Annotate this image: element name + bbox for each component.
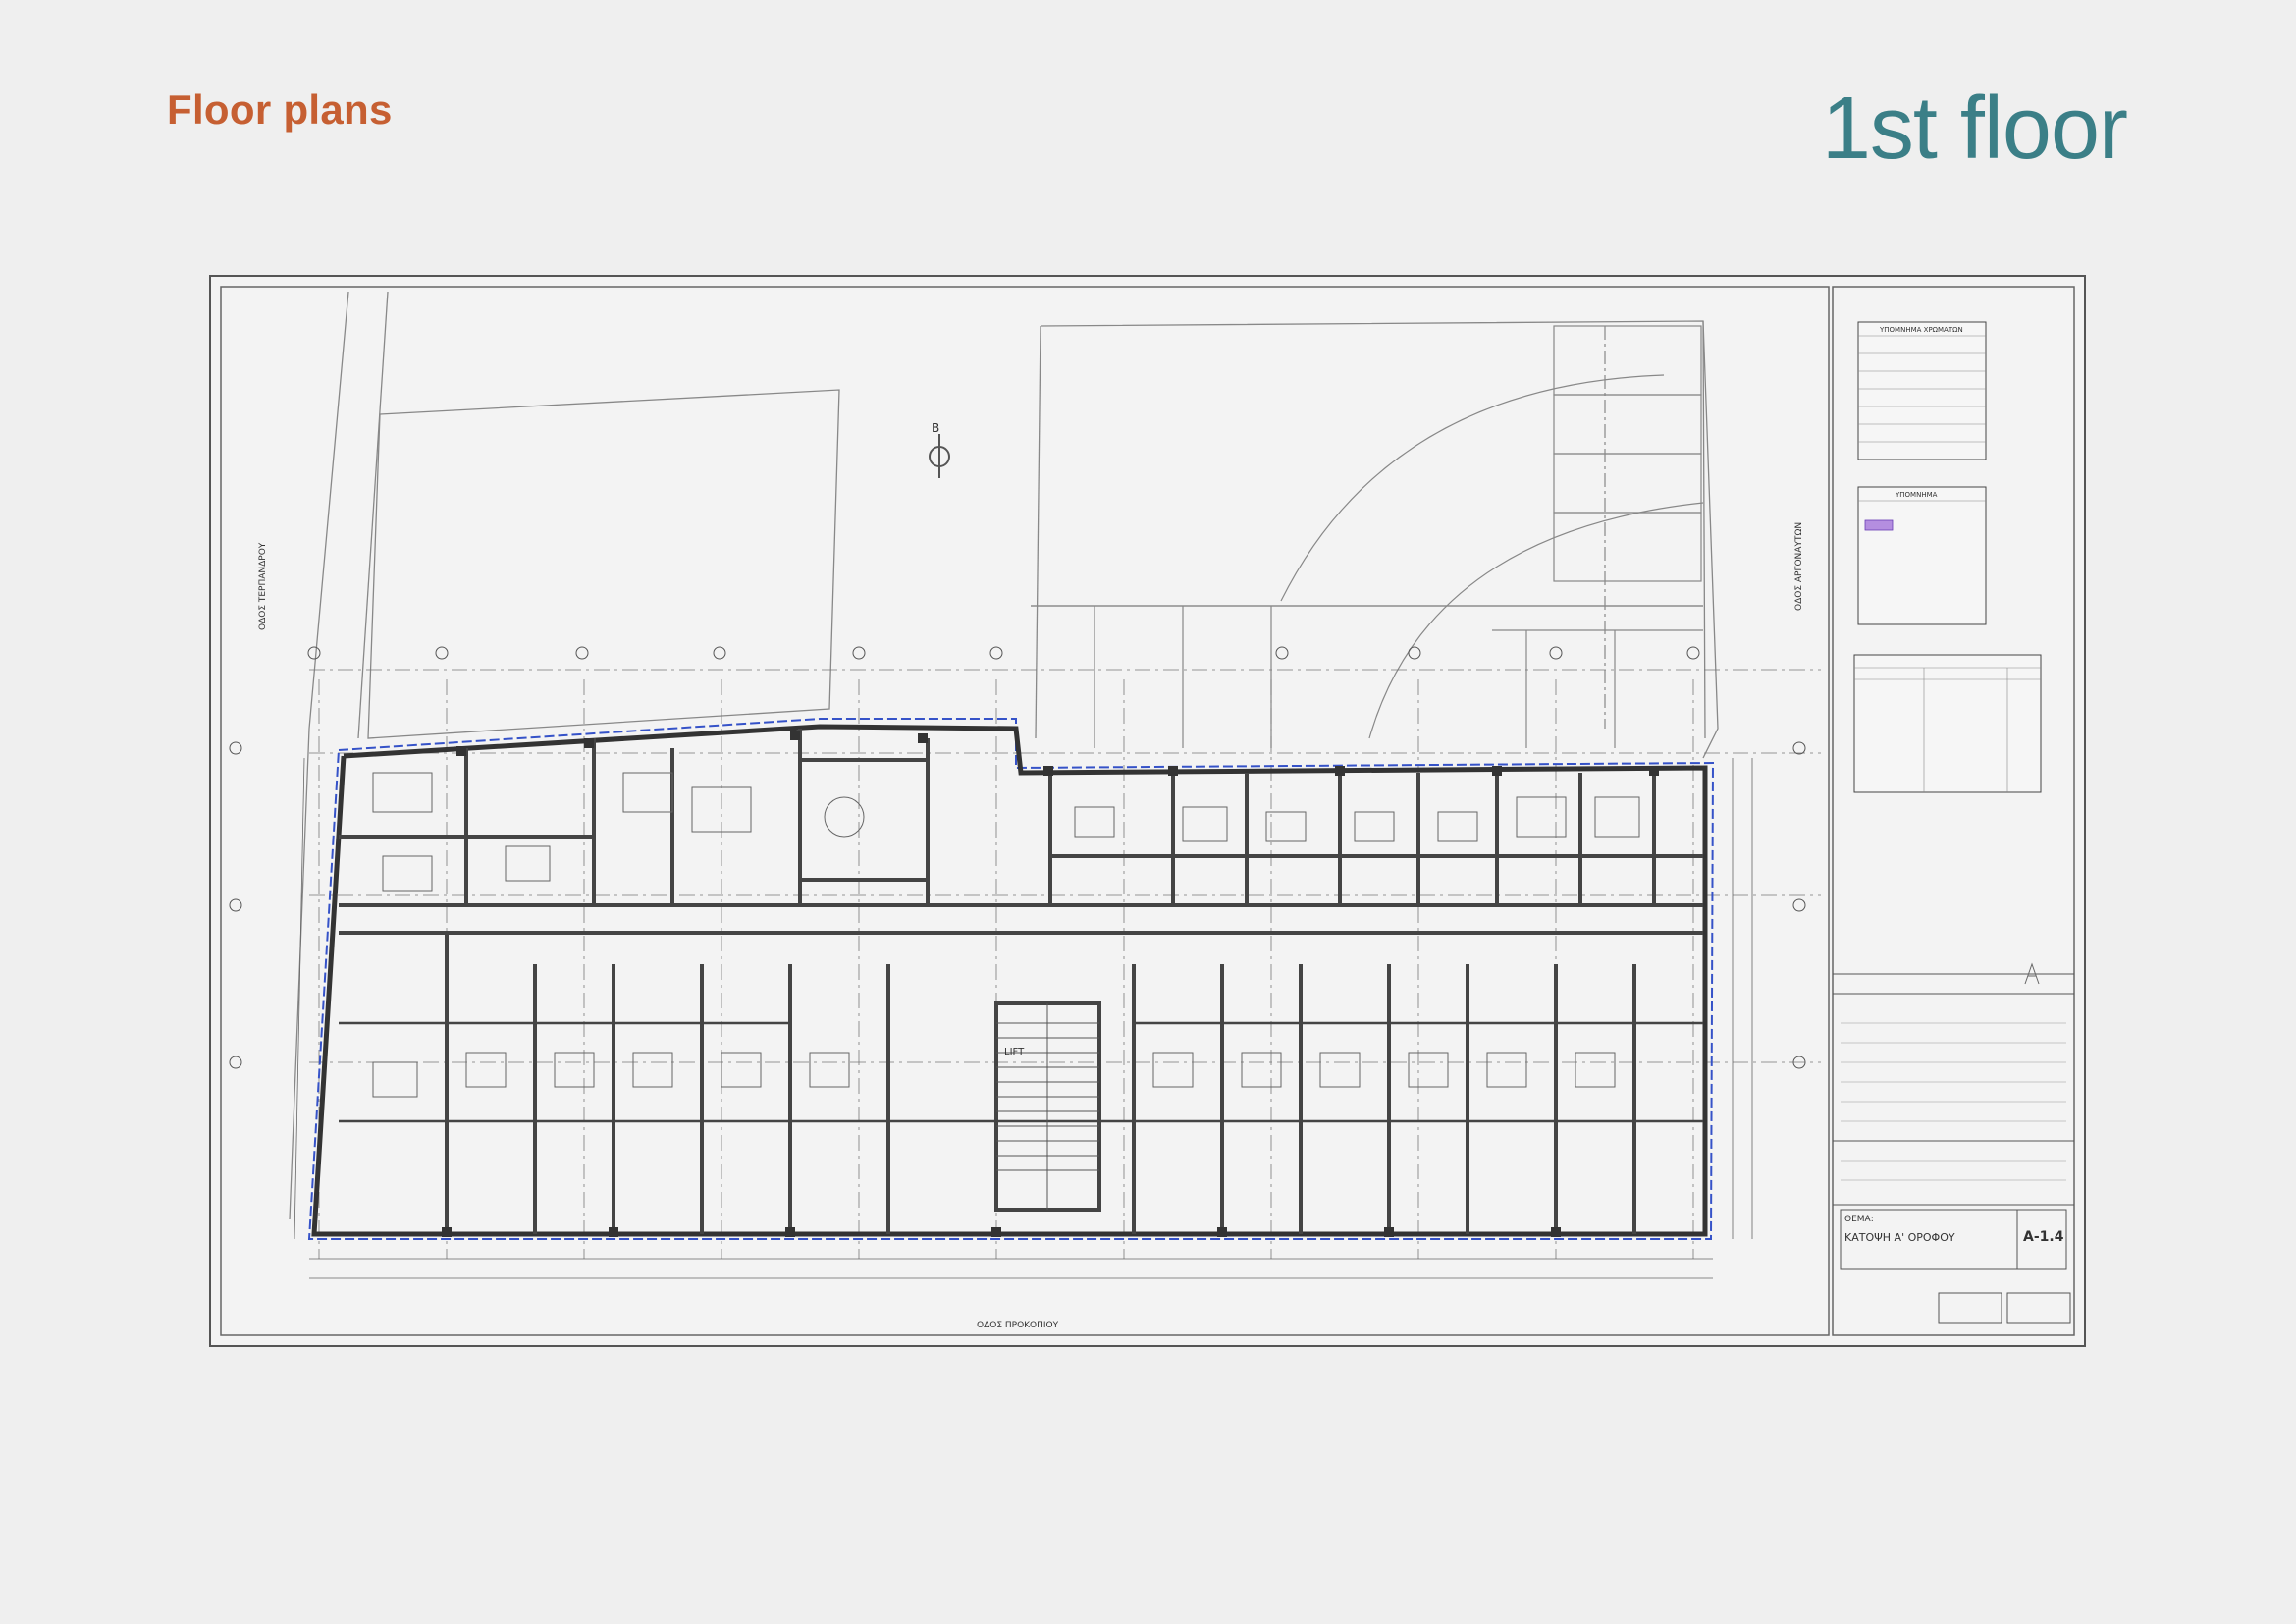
north-label: B: [932, 421, 939, 435]
section-title: Floor plans: [167, 86, 393, 133]
legend-title-colors: ΥΠΟΜΝΗΜΑ ΧΡΩΜΑΤΩΝ: [1879, 326, 1963, 334]
street-right-label: ΟΔΟΣ ΑΡΓΟΝΑΥΤΩΝ: [1794, 522, 1804, 611]
floor-plan-svg: B LIFT ΟΔΟΣ ΠΡΟΚΟΠΙΟΥ ΟΔΟΣ ΤΕΡΠΑΝΔΡΟΥ ΟΔ…: [220, 286, 2075, 1336]
street-left-label: ΟΔΟΣ ΤΕΡΠΑΝΔΡΟΥ: [258, 542, 268, 630]
street-bottom-label: ΟΔΟΣ ΠΡΟΚΟΠΙΟΥ: [977, 1321, 1059, 1330]
lift-label: LIFT: [1004, 1047, 1025, 1057]
theme-label: ΘΕΜΑ:: [1844, 1215, 1874, 1224]
floor-plan-drawing: B LIFT ΟΔΟΣ ΠΡΟΚΟΠΙΟΥ ΟΔΟΣ ΤΕΡΠΑΝΔΡΟΥ ΟΔ…: [209, 275, 2086, 1347]
north-arrow-icon: [929, 434, 950, 478]
legend-title: ΥΠΟΜΝΗΜΑ: [1895, 491, 1938, 499]
sheet-number: Α-1.4: [2023, 1229, 2064, 1245]
floor-title: 1st floor: [1821, 80, 2128, 178]
sheet-title: ΚΑΤΟΨΗ Α' ΟΡΟΦΟΥ: [1844, 1231, 1955, 1244]
